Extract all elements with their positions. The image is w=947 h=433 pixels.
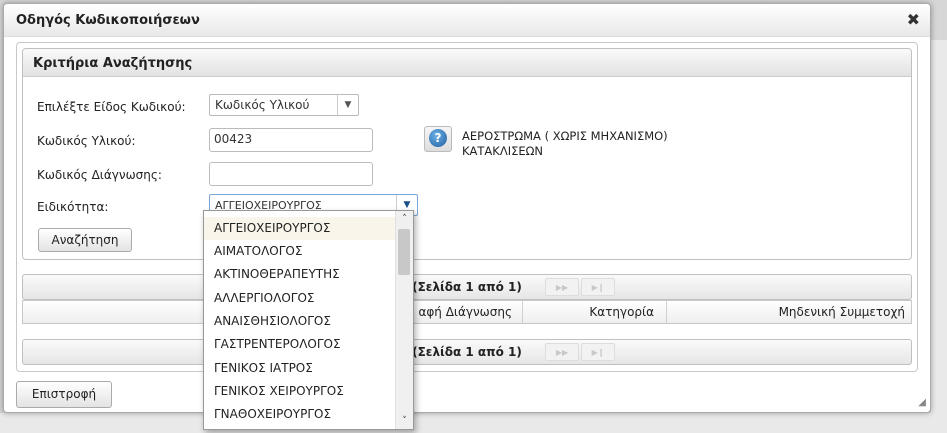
dropdown-option[interactable]: ΓΑΣΤΡΕΝΤΕΡΟΛΟΓΟΣ — [204, 333, 396, 356]
last-page-icon[interactable]: ▶❙ — [581, 278, 615, 296]
next-page-icon[interactable]: ▶▶ — [545, 343, 579, 361]
criteria-title: Κριτήρια Αναζήτησης — [33, 56, 193, 71]
scroll-up-icon[interactable]: ˄ — [396, 211, 413, 227]
next-page-icon[interactable]: ▶▶ — [545, 278, 579, 296]
search-criteria-panel: Κριτήρια Αναζήτησης Επιλέξτε Είδος Κωδικ… — [22, 48, 912, 260]
pager-top: (Σελίδα 1 από 1) ▶▶ ▶❙ — [22, 274, 912, 300]
description-line-2: ΚΑΤΑΚΛΙΣΕΩΝ — [462, 144, 544, 158]
dropdown-option[interactable]: ΑΝΑΙΣΘΗΣΙΟΛΟΓΟΣ — [204, 310, 396, 333]
background-page — [931, 40, 947, 433]
search-button[interactable]: Αναζήτηση — [38, 228, 132, 252]
dropdown-scrollbar[interactable]: ˄ ˅ — [395, 211, 413, 429]
specialty-dropdown-list: ΑΓΓΕΙΟΧΕΙΡΟΥΡΓΟΣ ΑΙΜΑΤΟΛΟΓΟΣ ΑΚΤΙΝΟΘΕΡΑΠ… — [203, 210, 414, 430]
question-mark: ? — [429, 129, 447, 147]
last-page-icon[interactable]: ▶❙ — [581, 343, 615, 361]
dropdown-option[interactable]: ΑΙΜΑΤΟΛΟΓΟΣ — [204, 240, 396, 263]
dropdown-option[interactable]: ΓΕΝΙΚΟΣ ΙΑΤΡΟΣ — [204, 357, 396, 380]
diagnosis-code-label: Κωδικός Διάγνωσης: — [37, 168, 162, 182]
code-type-select[interactable]: Κωδικός Υλικού ▼ — [209, 94, 359, 116]
results-grid-header: Κωδικός Διάγ αφή Διάγνωσης Κατηγορία Μηδ… — [22, 300, 912, 324]
scroll-thumb[interactable] — [398, 229, 410, 275]
chevron-down-icon[interactable]: ▼ — [337, 95, 358, 115]
column-zero-participation[interactable]: Μηδενική Συμμετοχή — [667, 301, 911, 323]
coding-guide-dialog: Οδηγός Κωδικοποιήσεων ✖ Κριτήρια Αναζήτη… — [3, 3, 931, 413]
column-category[interactable]: Κατηγορία — [523, 301, 667, 323]
code-type-value: Κωδικός Υλικού — [215, 98, 310, 112]
description-line-1: ΑΕΡΟΣΤΡΩΜΑ ( ΧΩΡΙΣ ΜΗΧΑΝΙΣΜΟ) — [462, 129, 668, 143]
dropdown-option[interactable]: ΑΓΓΕΙΟΧΕΙΡΟΥΡΓΟΣ — [204, 217, 396, 240]
pager-top-text: (Σελίδα 1 από 1) — [412, 280, 522, 294]
specialty-label: Ειδικότητα: — [37, 200, 109, 214]
dialog-title: Οδηγός Κωδικοποιήσεων — [16, 13, 200, 28]
dropdown-option[interactable]: ΑΚΤΙΝΟΘΕΡΑΠΕΥΤΗΣ — [204, 263, 396, 286]
column-diagnosis-description[interactable]: αφή Διάγνωσης — [418, 301, 523, 323]
dropdown-option[interactable]: ΓΕΝΙΚΟΣ ΧΕΙΡΟΥΡΓΟΣ — [204, 380, 396, 403]
background-footer — [0, 413, 947, 433]
dialog-titlebar[interactable]: Οδηγός Κωδικοποιήσεων ✖ — [4, 4, 930, 37]
dropdown-option[interactable]: ΑΛΛΕΡΓΙΟΛΟΓΟΣ — [204, 287, 396, 310]
resize-handle-icon[interactable]: ◢ — [918, 397, 926, 408]
dialog-content: Κριτήρια Αναζήτησης Επιλέξτε Είδος Κωδικ… — [16, 42, 918, 372]
code-type-label: Επιλέξτε Είδος Κωδικού: — [37, 100, 186, 114]
diagnosis-code-input[interactable] — [209, 162, 373, 186]
question-icon[interactable]: ? — [424, 126, 452, 152]
pager-bottom: (Σελίδα 1 από 1) ▶▶ ▶❙ — [22, 339, 912, 365]
pager-bottom-text: (Σελίδα 1 από 1) — [412, 345, 522, 359]
scroll-down-icon[interactable]: ˅ — [396, 413, 413, 429]
material-description: ΑΕΡΟΣΤΡΩΜΑ ( ΧΩΡΙΣ ΜΗΧΑΝΙΣΜΟ) ΚΑΤΑΚΛΙΣΕΩ… — [462, 129, 692, 159]
back-button[interactable]: Επιστροφή — [16, 381, 112, 408]
criteria-header: Κριτήρια Αναζήτησης — [23, 49, 911, 77]
close-icon[interactable]: ✖ — [907, 10, 920, 29]
dropdown-option[interactable]: ΓΝΑΘΟΧΕΙΡΟΥΡΓΟΣ — [204, 403, 396, 426]
material-code-input[interactable]: 00423 — [209, 128, 373, 152]
material-code-label: Κωδικός Υλικού: — [37, 134, 136, 148]
